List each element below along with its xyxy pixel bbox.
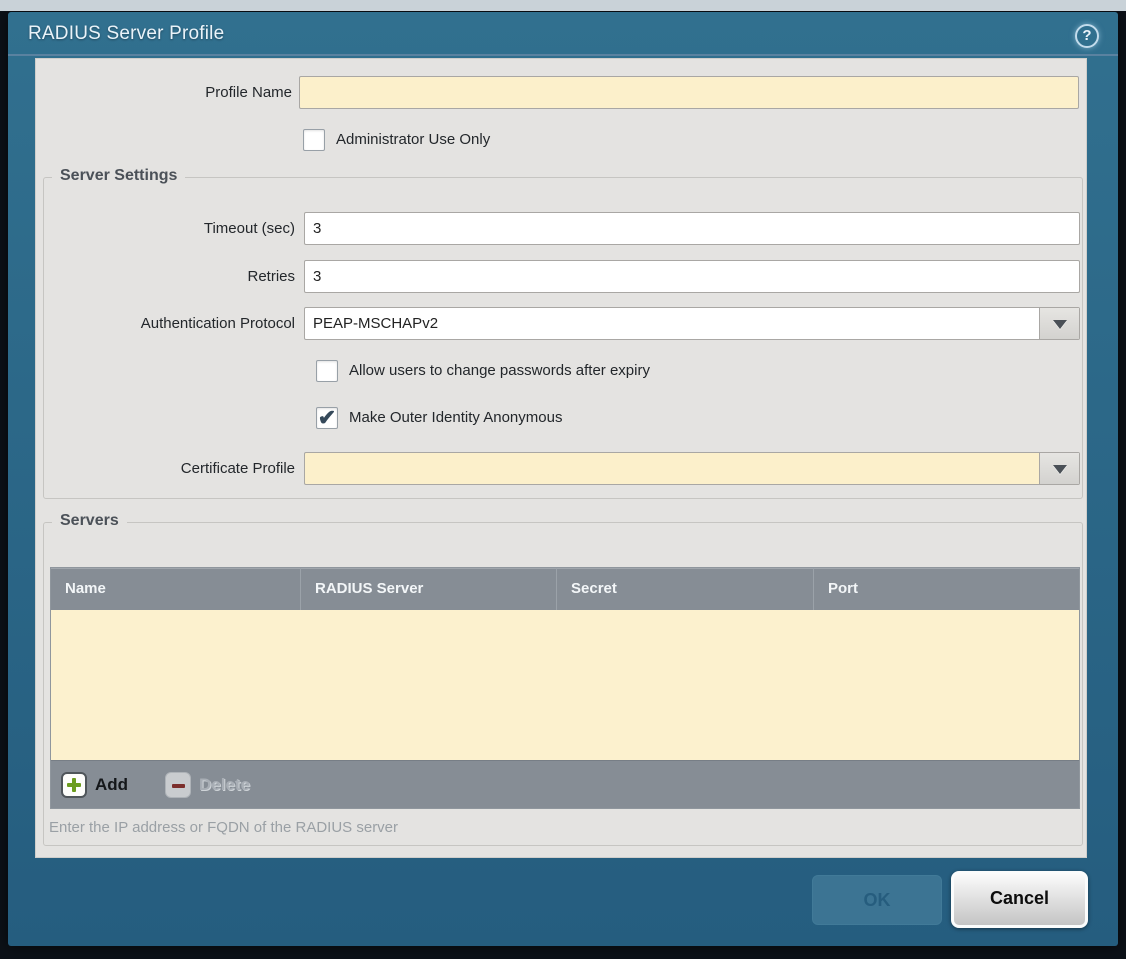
timeout-input[interactable] <box>304 212 1080 245</box>
servers-legend: Servers <box>52 512 127 530</box>
help-icon[interactable]: ? <box>1075 24 1099 48</box>
certificate-profile-dropdown-button[interactable] <box>1039 453 1079 484</box>
outer-identity-checkbox[interactable]: ✔ <box>316 407 338 429</box>
delete-button-label: Delete <box>199 774 250 796</box>
minus-icon <box>165 772 191 798</box>
certificate-profile-value <box>313 453 1035 484</box>
retries-input[interactable] <box>304 260 1080 293</box>
plus-icon <box>61 772 87 798</box>
auth-protocol-label: Authentication Protocol <box>44 307 295 340</box>
timeout-label: Timeout (sec) <box>44 212 295 245</box>
servers-group: Servers Name RADIUS Server Secret Port <box>43 522 1083 846</box>
column-header-port[interactable]: Port <box>814 568 1079 610</box>
column-header-radius-server[interactable]: RADIUS Server <box>301 568 557 610</box>
screen-background: RADIUS Server Profile ? Profile Name Adm… <box>0 0 1126 959</box>
outer-identity-label[interactable]: Make Outer Identity Anonymous <box>349 407 562 429</box>
dialog-title-bar: RADIUS Server Profile ? <box>8 12 1118 56</box>
certificate-profile-label: Certificate Profile <box>44 452 295 485</box>
retries-label: Retries <box>44 260 295 293</box>
servers-table-body-empty <box>51 610 1079 760</box>
delete-button[interactable]: Delete <box>165 772 275 798</box>
auth-protocol-value: PEAP-MSCHAPv2 <box>313 308 1035 339</box>
certificate-profile-select[interactable] <box>304 452 1080 485</box>
admin-use-only-label[interactable]: Administrator Use Only <box>336 129 490 151</box>
auth-protocol-dropdown-button[interactable] <box>1039 308 1079 339</box>
radius-server-profile-dialog: RADIUS Server Profile ? Profile Name Adm… <box>8 12 1118 946</box>
radius-server-hint-text: Enter the IP address or FQDN of the RADI… <box>49 819 398 836</box>
allow-password-change-checkbox[interactable] <box>316 360 338 382</box>
profile-name-label: Profile Name <box>36 76 292 109</box>
admin-use-only-checkbox[interactable] <box>303 129 325 151</box>
title-divider <box>8 54 1118 56</box>
dialog-content-panel: Profile Name Administrator Use Only Serv… <box>35 58 1087 858</box>
add-button[interactable]: Add <box>61 772 146 798</box>
servers-table-toolbar: Add Delete <box>51 760 1079 808</box>
server-settings-legend: Server Settings <box>52 167 185 185</box>
servers-table: Name RADIUS Server Secret Port Add <box>50 567 1080 809</box>
profile-name-input[interactable] <box>299 76 1079 109</box>
server-settings-group: Server Settings Timeout (sec) Retries Au… <box>43 177 1083 499</box>
ok-button[interactable]: OK <box>812 875 942 925</box>
auth-protocol-select[interactable]: PEAP-MSCHAPv2 <box>304 307 1080 340</box>
column-header-secret[interactable]: Secret <box>557 568 814 610</box>
column-header-name[interactable]: Name <box>51 568 301 610</box>
bottom-screen-strip <box>0 0 1126 11</box>
add-button-label: Add <box>95 774 128 796</box>
cancel-button[interactable]: Cancel <box>951 871 1088 928</box>
chevron-down-icon <box>1053 465 1067 474</box>
chevron-down-icon <box>1053 320 1067 329</box>
servers-table-header: Name RADIUS Server Secret Port <box>51 568 1079 610</box>
allow-password-change-label[interactable]: Allow users to change passwords after ex… <box>349 360 650 382</box>
dialog-title: RADIUS Server Profile <box>28 23 224 45</box>
